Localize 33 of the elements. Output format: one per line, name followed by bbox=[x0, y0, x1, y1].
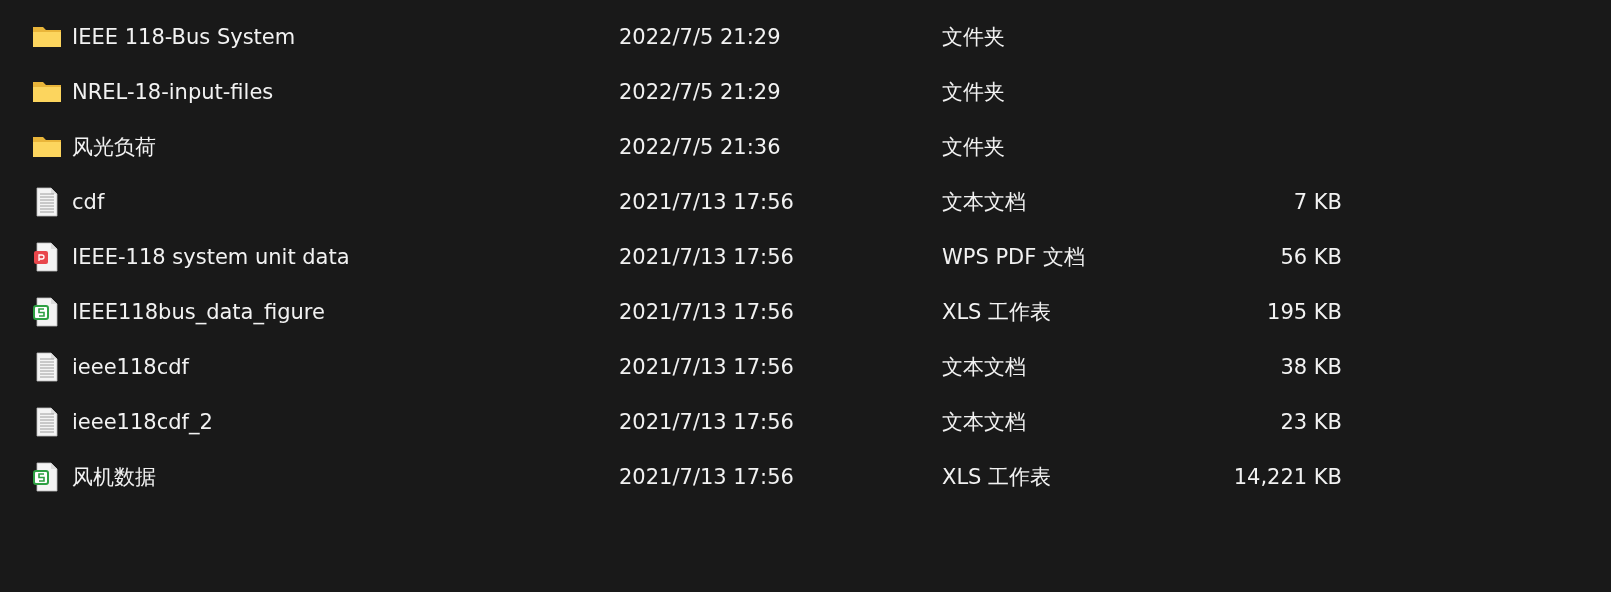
file-name[interactable]: NREL-18-input-files bbox=[72, 79, 274, 104]
modified-date: 2021/7/13 17:56 bbox=[619, 299, 794, 324]
file-name[interactable]: cdf bbox=[72, 189, 105, 214]
file-name[interactable]: ieee118cdf_2 bbox=[72, 409, 213, 434]
file-name[interactable]: 风光负荷 bbox=[72, 132, 156, 161]
modified-date: 2021/7/13 17:56 bbox=[619, 464, 794, 489]
file-size: 23 KB bbox=[1280, 409, 1342, 434]
file-type: 文件夹 bbox=[942, 23, 1005, 51]
file-size: 7 KB bbox=[1293, 189, 1342, 214]
file-type: 文件夹 bbox=[942, 78, 1005, 106]
file-size: 195 KB bbox=[1267, 299, 1342, 324]
file-name[interactable]: IEEE 118-Bus System bbox=[72, 24, 296, 49]
file-size: 38 KB bbox=[1280, 354, 1342, 379]
modified-date: 2022/7/5 21:29 bbox=[619, 79, 781, 104]
file-name[interactable]: IEEE-118 system unit data bbox=[72, 244, 350, 269]
file-type: XLS 工作表 bbox=[942, 298, 1052, 326]
file-type: 文本文档 bbox=[942, 353, 1026, 381]
file-size: 14,221 KB bbox=[1233, 464, 1342, 489]
modified-date: 2021/7/13 17:56 bbox=[619, 244, 794, 269]
file-type: 文本文档 bbox=[942, 188, 1026, 216]
file-type: XLS 工作表 bbox=[942, 463, 1052, 491]
modified-date: 2021/7/13 17:56 bbox=[619, 354, 794, 379]
file-type: WPS PDF 文档 bbox=[942, 243, 1086, 271]
modified-date: 2022/7/5 21:29 bbox=[619, 24, 781, 49]
modified-date: 2021/7/13 17:56 bbox=[619, 189, 794, 214]
modified-date: 2021/7/13 17:56 bbox=[619, 409, 794, 434]
file-type: 文本文档 bbox=[942, 408, 1026, 436]
file-name[interactable]: IEEE118bus_data_figure bbox=[72, 299, 325, 324]
file-name[interactable]: ieee118cdf bbox=[72, 354, 189, 379]
file-name[interactable]: 风机数据 bbox=[72, 462, 156, 491]
file-size: 56 KB bbox=[1280, 244, 1342, 269]
modified-date: 2022/7/5 21:36 bbox=[619, 134, 781, 159]
file-type: 文件夹 bbox=[942, 133, 1005, 161]
